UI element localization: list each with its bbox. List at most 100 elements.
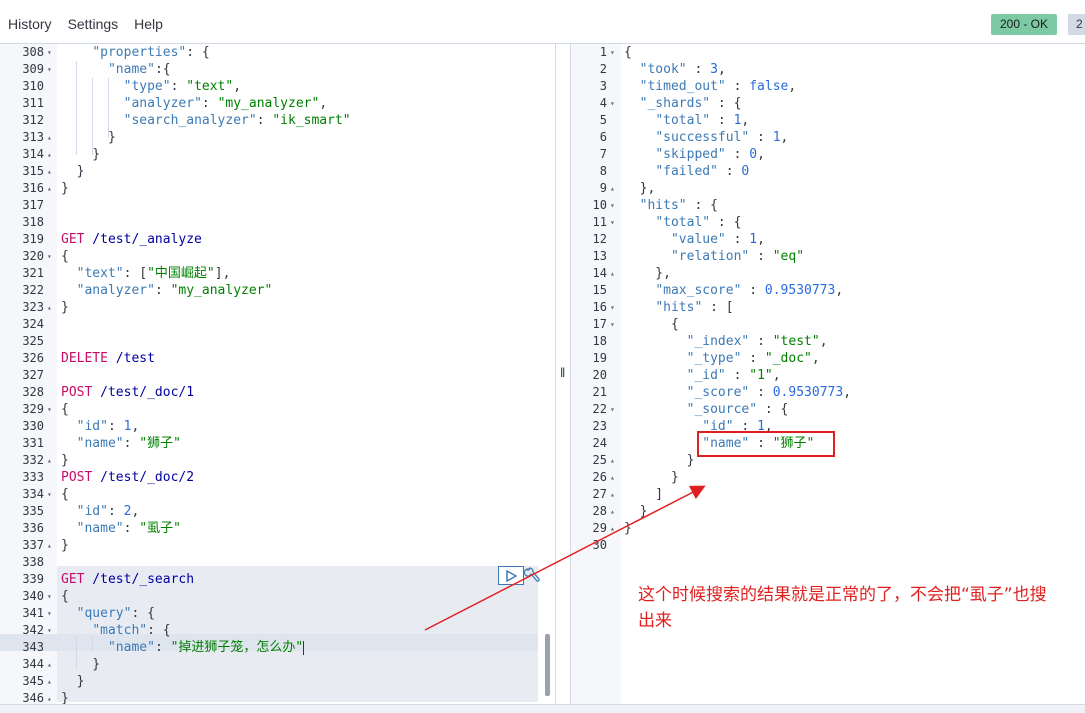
code-token: POST	[61, 470, 93, 485]
code-line: "skipped" : 0,	[624, 146, 765, 163]
fold-close-icon[interactable]: ▴	[47, 129, 52, 146]
code-token: :	[154, 640, 171, 655]
menu-history[interactable]: History	[8, 16, 52, 32]
code-token: "timed_out"	[639, 79, 726, 94]
code-line: }	[61, 180, 69, 197]
pane-divider[interactable]: ‖	[555, 44, 571, 704]
line-number: 27	[592, 487, 607, 501]
line-number: 340	[22, 589, 44, 603]
request-scrollbar[interactable]	[545, 634, 550, 696]
fold-close-icon[interactable]: ▴	[610, 503, 615, 520]
fold-close-icon[interactable]: ▴	[47, 673, 52, 690]
fold-open-icon[interactable]: ▾	[47, 622, 52, 639]
code-token: "_score"	[686, 385, 750, 400]
fold-open-icon[interactable]: ▾	[610, 401, 615, 418]
line-number: 313	[22, 130, 44, 144]
fold-open-icon[interactable]: ▾	[610, 316, 615, 333]
line-number: 311	[22, 96, 44, 110]
fold-open-icon[interactable]: ▾	[610, 299, 615, 316]
code-token: : {	[686, 198, 718, 213]
request-editor[interactable]: 308 ▾ "properties": {309 ▾ "name":{310 "ty…	[0, 44, 555, 704]
code-line: }	[61, 656, 100, 673]
fold-close-icon[interactable]: ▴	[610, 486, 615, 503]
code-line: }	[624, 503, 648, 520]
line-number: 11	[592, 215, 607, 229]
fold-close-icon[interactable]: ▴	[47, 452, 52, 469]
code-line: }	[624, 469, 679, 486]
fold-open-icon[interactable]: ▾	[610, 95, 615, 112]
fold-open-icon[interactable]: ▾	[610, 44, 615, 61]
code-token: :	[256, 113, 273, 128]
fold-close-icon[interactable]: ▴	[610, 469, 615, 486]
drag-handle-icon[interactable]: ‖	[560, 366, 565, 380]
fold-close-icon[interactable]: ▴	[47, 146, 52, 163]
request-settings-button[interactable]	[523, 565, 541, 585]
code-token: }	[61, 674, 85, 689]
code-token: ,	[319, 96, 328, 111]
fold-close-icon[interactable]: ▴	[47, 656, 52, 673]
fold-open-icon[interactable]: ▾	[610, 197, 615, 214]
code-line: "hits" : [	[624, 299, 733, 316]
code-line: "analyzer": "my_analyzer",	[61, 95, 328, 112]
fold-open-icon[interactable]: ▾	[47, 61, 52, 78]
code-token: :	[170, 79, 187, 94]
fold-open-icon[interactable]: ▾	[47, 401, 52, 418]
fold-close-icon[interactable]: ▴	[47, 537, 52, 554]
code-token: {	[624, 45, 632, 60]
run-request-button[interactable]	[498, 566, 524, 585]
fold-close-icon[interactable]: ▴	[610, 520, 615, 537]
line-number: 332	[22, 453, 44, 467]
fold-open-icon[interactable]: ▾	[47, 486, 52, 503]
code-line: GET /test/_search	[61, 571, 194, 588]
code-token: /test/_doc/1	[92, 385, 195, 400]
code-token: "type"	[123, 79, 171, 94]
fold-open-icon[interactable]: ▾	[47, 248, 52, 265]
line-number: 346	[22, 691, 44, 704]
code-token: : {	[757, 402, 789, 417]
code-line: {	[61, 486, 69, 503]
menu-help[interactable]: Help	[134, 16, 163, 32]
line-number: 21	[592, 385, 607, 399]
code-line: "query": {	[61, 605, 155, 622]
code-token: ,	[819, 334, 828, 349]
code-token: "analyzer"	[123, 96, 202, 111]
fold-close-icon[interactable]: ▴	[47, 690, 52, 704]
highlight-box	[697, 431, 835, 457]
fold-open-icon[interactable]: ▾	[610, 214, 615, 231]
code-token: "value"	[670, 232, 726, 247]
code-token: : {	[147, 623, 171, 638]
line-number: 334	[22, 487, 44, 501]
fold-close-icon[interactable]: ▴	[610, 180, 615, 197]
fold-close-icon[interactable]: ▴	[47, 163, 52, 180]
code-token: "_shards"	[639, 96, 711, 111]
fold-close-icon[interactable]: ▴	[47, 299, 52, 316]
code-token: {	[624, 317, 679, 332]
line-number: 3	[599, 79, 607, 93]
line-number: 30	[592, 538, 607, 552]
code-line: "_id" : "1",	[624, 367, 781, 384]
menu-settings[interactable]: Settings	[68, 16, 119, 32]
line-number: 344	[22, 657, 44, 671]
status-badge: 200 - OK	[991, 14, 1058, 35]
fold-open-icon[interactable]: ▾	[47, 44, 52, 61]
code-line: "text": ["中国崛起"],	[61, 265, 231, 282]
code-token: ,	[131, 504, 140, 519]
line-number: 323	[22, 300, 44, 314]
fold-close-icon[interactable]: ▴	[47, 180, 52, 197]
line-number: 308	[22, 45, 44, 59]
fold-open-icon[interactable]: ▾	[47, 588, 52, 605]
code-token: "name"	[76, 521, 124, 536]
line-number: 315	[22, 164, 44, 178]
code-line: }	[624, 520, 632, 537]
fold-close-icon[interactable]: ▴	[610, 265, 615, 282]
line-number: 23	[592, 419, 607, 433]
fold-open-icon[interactable]: ▾	[47, 605, 52, 622]
line-number: 318	[22, 215, 44, 229]
fold-close-icon[interactable]: ▴	[610, 452, 615, 469]
code-line: }	[61, 299, 69, 316]
